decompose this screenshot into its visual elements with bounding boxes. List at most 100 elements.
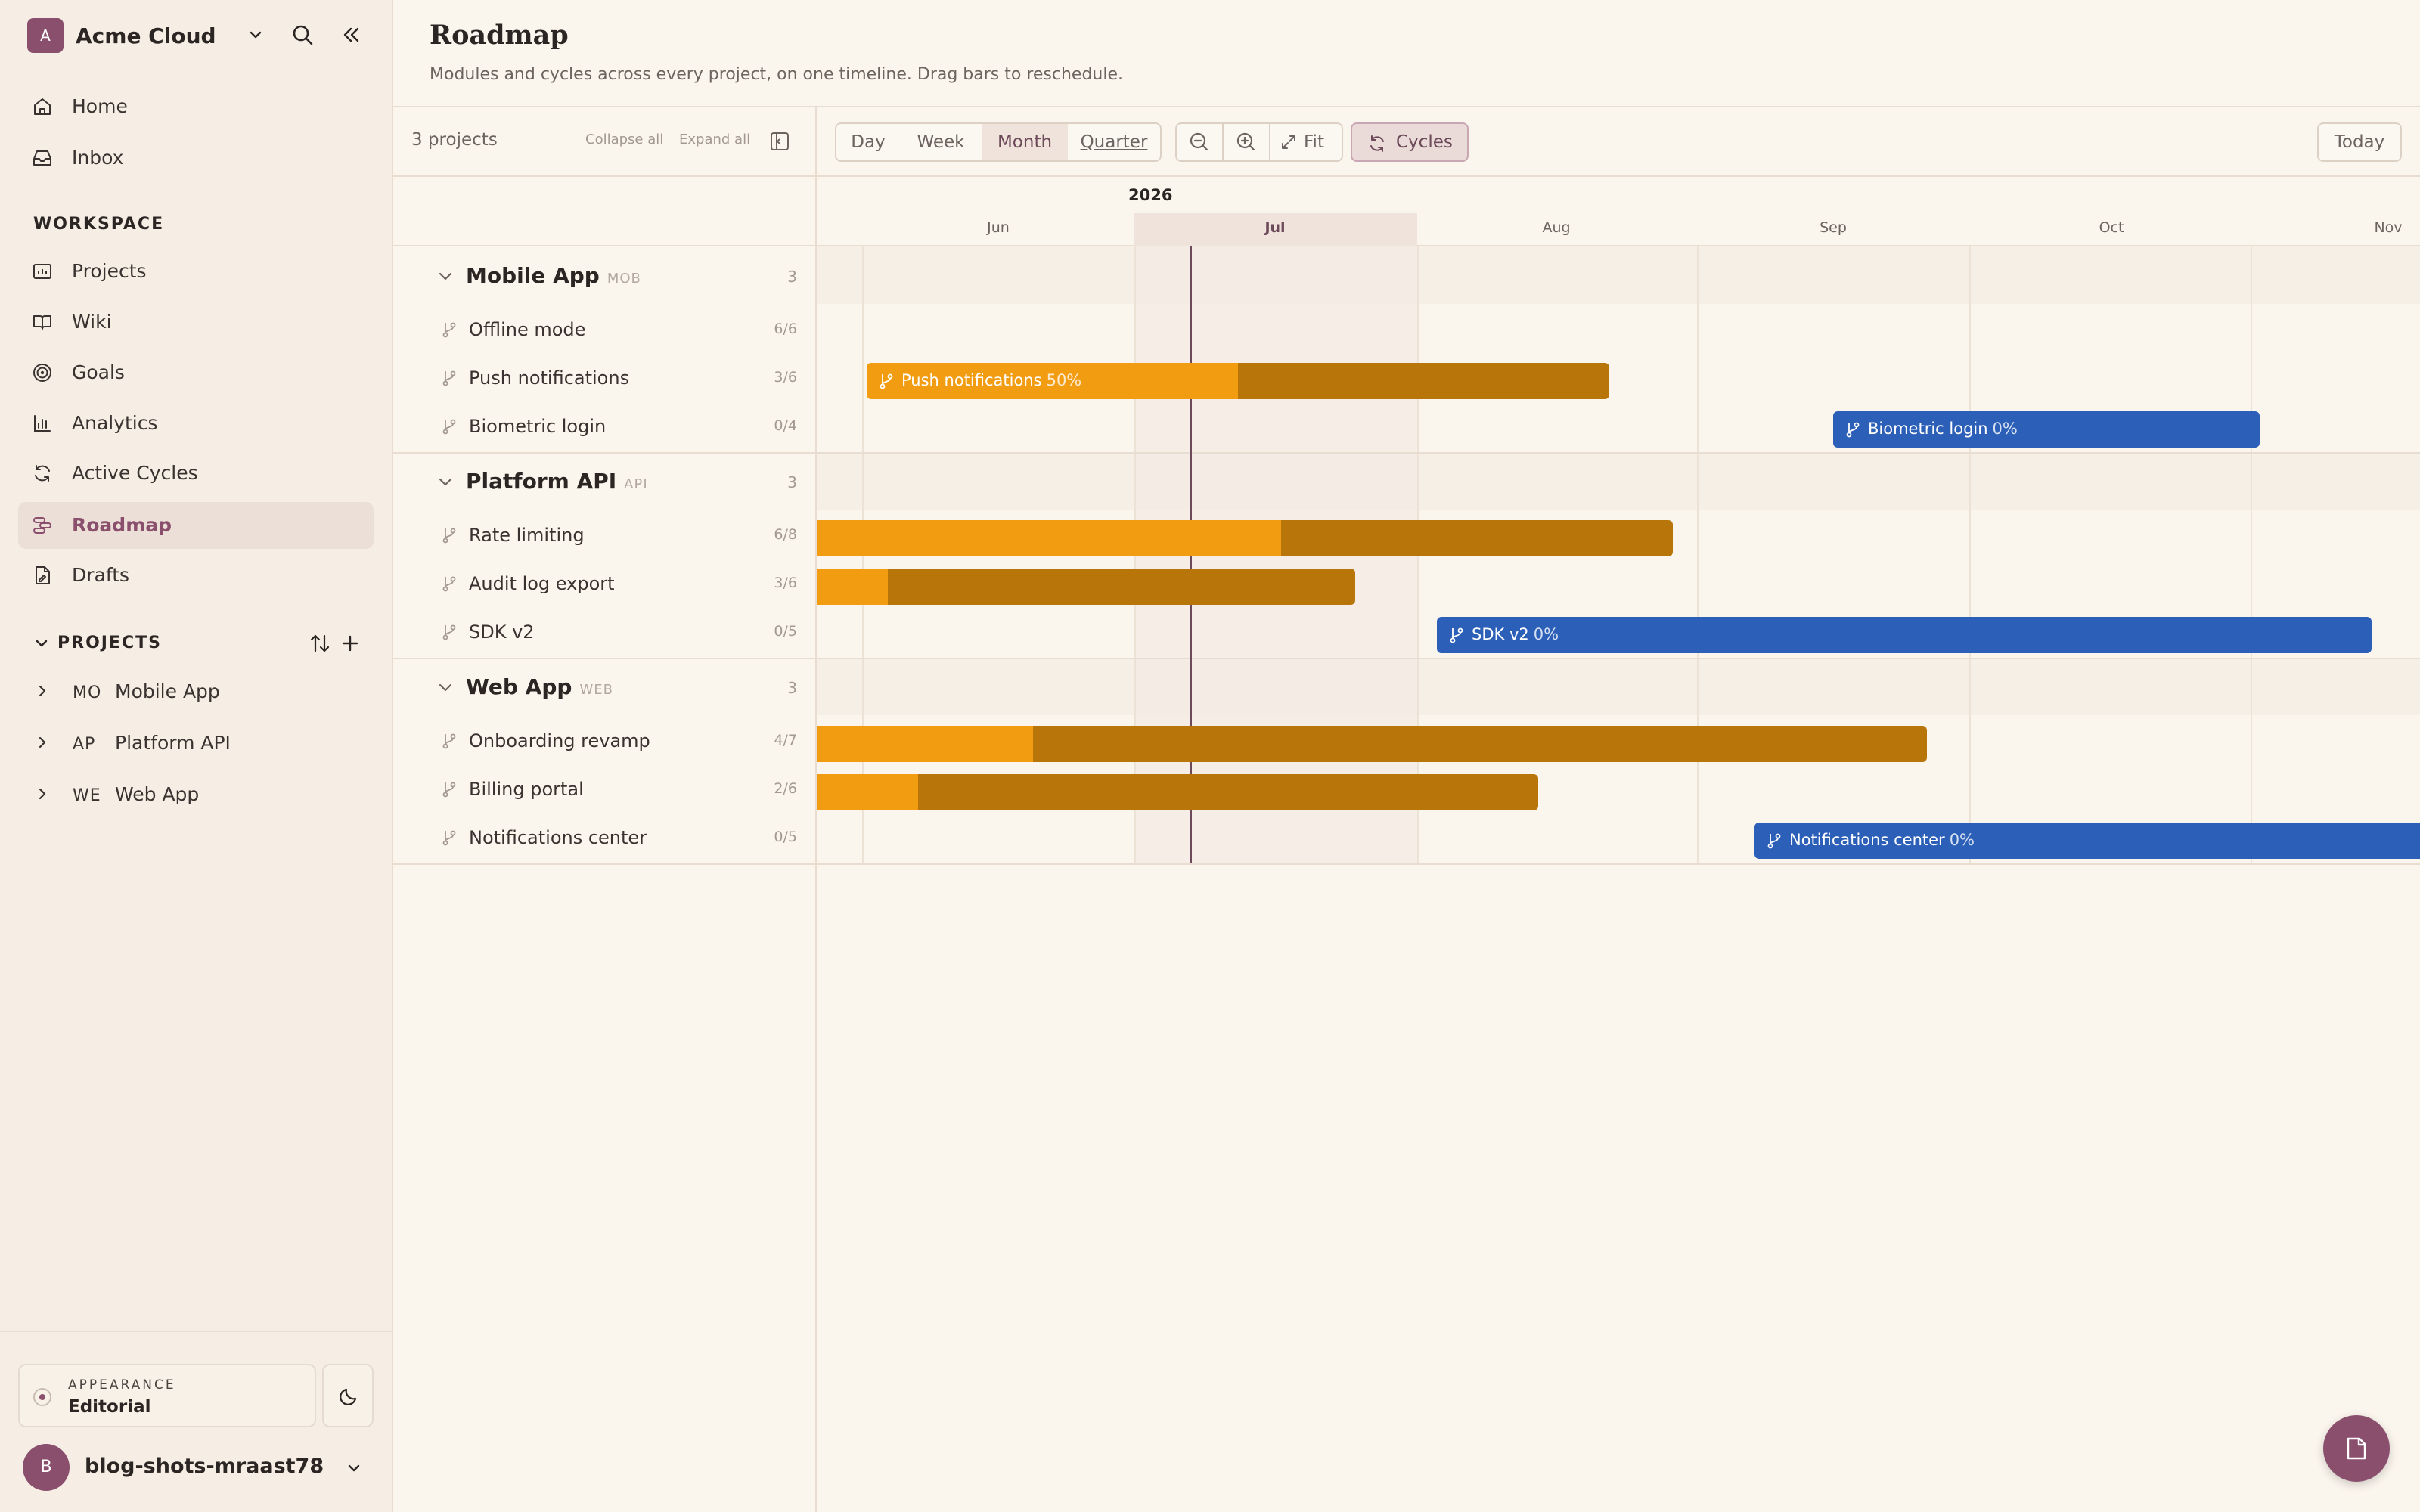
scale-quarter-button[interactable]: Quarter <box>1068 124 1160 160</box>
module-bar[interactable]: Notifications center 0% <box>1754 823 2420 859</box>
chevron-down-icon[interactable] <box>436 472 455 491</box>
workspace-avatar: A <box>27 18 64 53</box>
list-header-spacer <box>393 177 815 246</box>
module-row[interactable]: Onboarding revamp 4/7 <box>393 717 815 765</box>
module-row[interactable]: Audit log export 3/6 <box>393 559 815 608</box>
module-row[interactable]: Biometric login 0/4 <box>393 402 815 451</box>
nav-goals[interactable]: Goals <box>18 349 374 396</box>
group-count: 3 <box>787 268 797 286</box>
list-toolbar: 3 projects Collapse all Expand all <box>393 107 815 177</box>
bar-label: Notifications center 0% <box>1789 831 1975 849</box>
module-bar[interactable] <box>817 569 1355 605</box>
bar-progress-fill <box>817 726 1033 762</box>
module-bar[interactable] <box>817 774 1538 810</box>
projects-section-title: PROJECTS <box>57 634 162 652</box>
module-count: 6/6 <box>774 321 797 337</box>
module-row[interactable]: Billing portal 2/6 <box>393 765 815 813</box>
nav-wiki[interactable]: Wiki <box>18 299 374 345</box>
project-name: Web App <box>115 783 200 805</box>
workspace-switcher[interactable]: A Acme Cloud <box>27 17 372 53</box>
new-document-icon <box>2347 1437 2366 1460</box>
user-avatar: B <box>23 1444 70 1491</box>
module-bar[interactable]: Push notifications 50% <box>867 363 1609 399</box>
collapse-all-link[interactable]: Collapse all <box>585 132 663 147</box>
nav-inbox[interactable]: Inbox <box>18 135 374 181</box>
sidebar-project-mobile-app[interactable]: MO Mobile App <box>30 668 371 714</box>
group-row-web-app[interactable]: Web App WEB 3 <box>393 658 815 715</box>
nav-analytics[interactable]: Analytics <box>18 400 374 447</box>
chevron-down-icon[interactable] <box>242 21 269 48</box>
project-code: MO <box>73 683 102 702</box>
zoom-in-icon[interactable] <box>1224 124 1269 160</box>
git-branch-icon <box>442 830 456 846</box>
module-row[interactable]: Push notifications 3/6 <box>393 354 815 402</box>
zoom-out-icon[interactable] <box>1177 124 1222 160</box>
module-bar[interactable]: Biometric login 0% <box>1833 411 2260 448</box>
refresh-icon <box>35 465 50 482</box>
module-row[interactable]: Notifications center 0/5 <box>393 813 815 862</box>
module-bar[interactable] <box>817 520 1673 556</box>
user-menu[interactable]: B blog-shots-mraast78 <box>23 1442 374 1492</box>
chevron-right-icon[interactable] <box>33 785 51 803</box>
month-label: Jun <box>987 219 1010 236</box>
sidebar-project-web-app[interactable]: WE Web App <box>30 771 371 816</box>
chevron-right-icon[interactable] <box>33 682 51 700</box>
bar-remaining <box>1033 726 1927 762</box>
expand-all-link[interactable]: Expand all <box>679 132 750 147</box>
group-name-text: Mobile App <box>466 263 600 288</box>
module-row[interactable]: Rate limiting 6/8 <box>393 511 815 559</box>
nav-home[interactable]: Home <box>18 83 374 130</box>
chevron-down-icon[interactable] <box>33 635 50 652</box>
collapse-sidebar-icon[interactable] <box>337 21 365 48</box>
group-row-mobile-app[interactable]: Mobile App MOB 3 <box>393 246 815 304</box>
chevron-down-icon[interactable] <box>436 677 455 697</box>
new-draft-button[interactable] <box>2323 1415 2390 1482</box>
git-branch-icon <box>442 419 456 435</box>
group-row-platform-api[interactable]: Platform API API 3 <box>393 452 815 510</box>
projects-section-header[interactable]: PROJECTS <box>33 631 374 658</box>
bar-label-text: Notifications center <box>1789 831 1945 849</box>
scale-month-button[interactable]: Month <box>982 124 1068 160</box>
chevron-down-icon[interactable] <box>436 266 455 286</box>
git-branch-icon <box>442 528 456 544</box>
module-bar[interactable] <box>817 726 1927 762</box>
nav-projects-label: Projects <box>72 260 147 282</box>
module-count: 6/8 <box>774 526 797 543</box>
scale-switcher: Day Week Month Quarter <box>835 122 1162 162</box>
module-bar[interactable]: SDK v2 0% <box>1437 617 2372 653</box>
appearance-picker[interactable]: APPEARANCE Editorial <box>18 1364 316 1427</box>
group-divider <box>817 452 2420 454</box>
dark-mode-toggle[interactable] <box>322 1364 374 1427</box>
nav-projects[interactable]: Projects <box>18 248 374 295</box>
git-branch-icon <box>442 370 456 386</box>
month-gridline <box>1697 246 1699 863</box>
scale-week-button[interactable]: Week <box>900 124 982 160</box>
fit-button[interactable]: Fit <box>1270 124 1342 160</box>
sort-icon[interactable] <box>309 632 331 655</box>
today-button[interactable]: Today <box>2317 122 2402 162</box>
chevron-down-icon[interactable] <box>343 1458 365 1479</box>
nav-active-cycles[interactable]: Active Cycles <box>18 450 374 497</box>
sidebar-project-platform-api[interactable]: AP Platform API <box>30 720 371 765</box>
git-branch-icon <box>442 782 456 798</box>
side-panel-icon[interactable] <box>768 130 791 153</box>
module-row[interactable]: Offline mode 6/6 <box>393 305 815 354</box>
chevron-right-icon[interactable] <box>33 733 51 751</box>
bar-remaining <box>888 569 1355 605</box>
page-subtitle: Modules and cycles across every project,… <box>430 65 1124 84</box>
scale-quarter-label: Quarter <box>1080 132 1148 152</box>
cycles-toggle[interactable]: Cycles <box>1351 122 1469 162</box>
scale-day-button[interactable]: Day <box>836 124 900 160</box>
nav-drafts[interactable]: Drafts <box>18 552 374 599</box>
group-name: Platform API API <box>466 469 648 494</box>
group-count: 3 <box>787 473 797 491</box>
plus-icon[interactable] <box>339 632 361 655</box>
nav-roadmap[interactable]: Roadmap <box>18 502 374 549</box>
git-branch-icon <box>442 322 456 338</box>
module-row[interactable]: SDK v2 0/5 <box>393 608 815 656</box>
bar-label-text: SDK v2 <box>1472 625 1529 643</box>
page-title: Roadmap <box>430 20 569 51</box>
bar-remaining <box>1238 363 1609 399</box>
search-icon[interactable] <box>289 21 316 48</box>
group-band <box>817 452 2420 510</box>
